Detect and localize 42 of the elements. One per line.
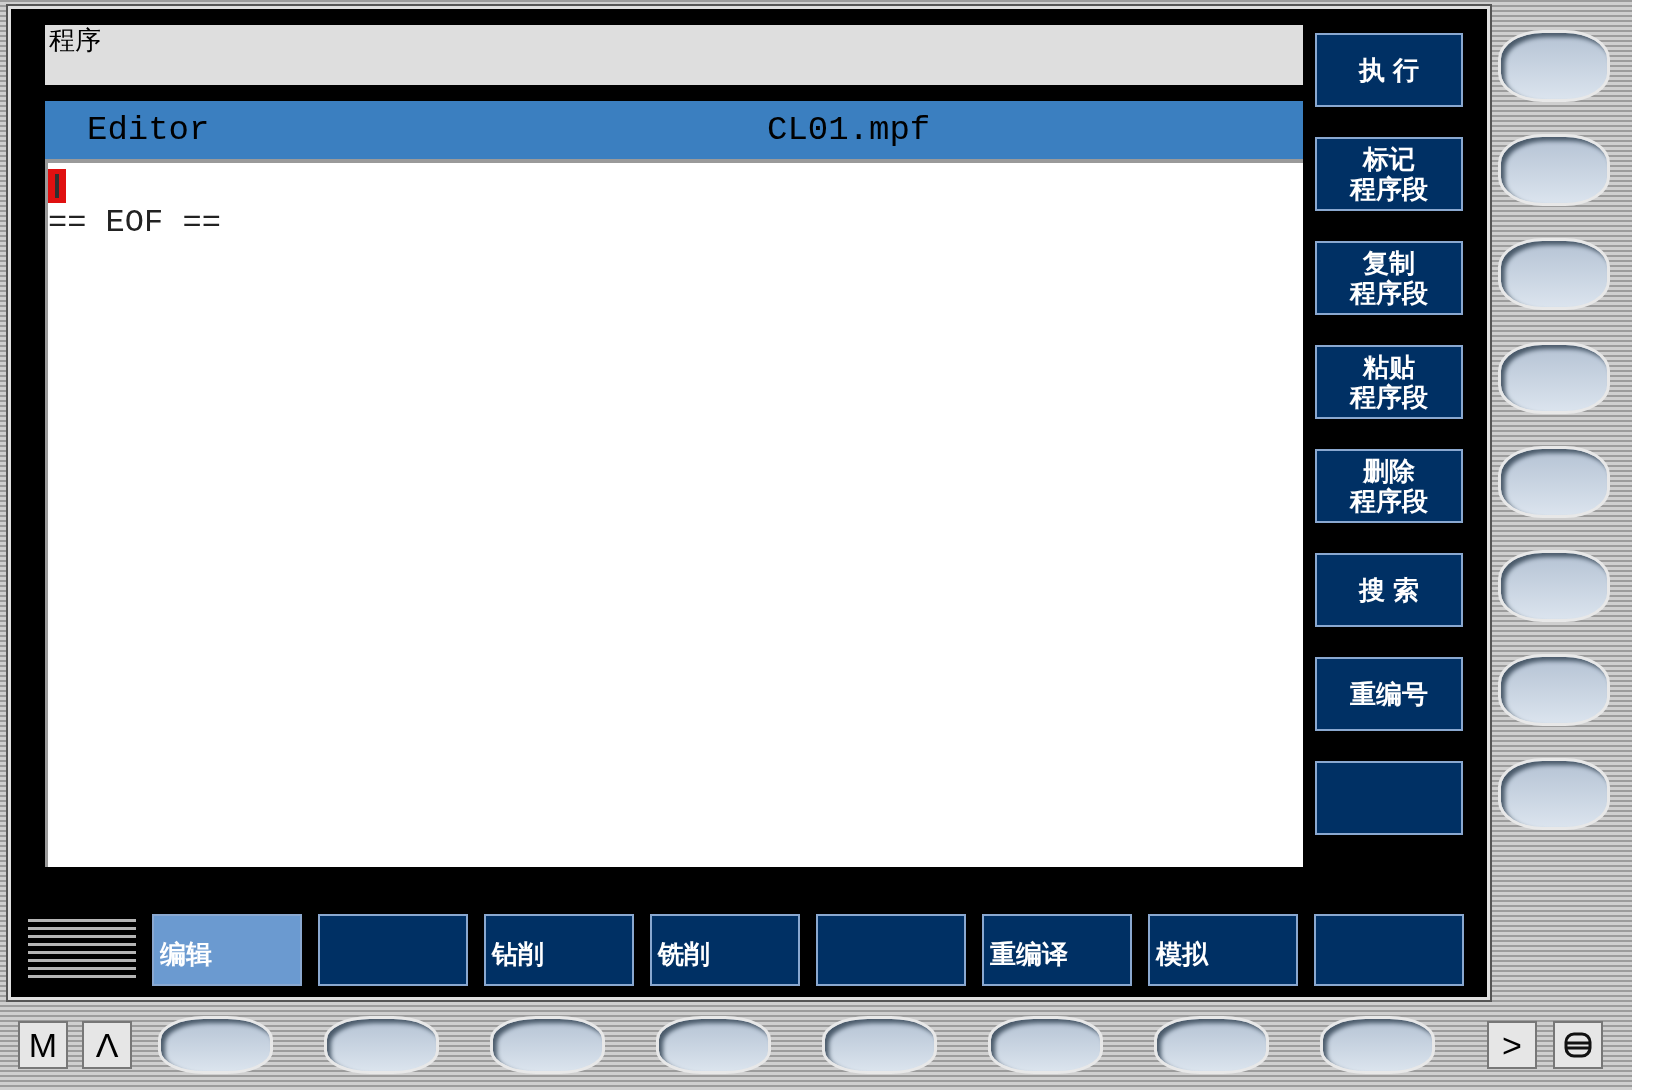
hardware-key[interactable] bbox=[988, 1016, 1103, 1074]
file-name: CL01.mpf bbox=[767, 109, 931, 151]
screen-title: 程序 bbox=[49, 25, 101, 55]
hardware-key[interactable] bbox=[1320, 1016, 1435, 1074]
softkey-tab[interactable] bbox=[1314, 914, 1464, 986]
editor-mode: Editor bbox=[87, 109, 211, 151]
hardware-key[interactable] bbox=[1498, 654, 1610, 726]
text-cursor bbox=[48, 169, 66, 203]
softkey[interactable]: 删除 程序段 bbox=[1315, 449, 1463, 523]
hardware-key[interactable] bbox=[1154, 1016, 1269, 1074]
hardware-key[interactable] bbox=[1498, 550, 1610, 622]
rectangle-icon bbox=[1563, 1031, 1593, 1059]
softkey-tab[interactable]: 模拟 bbox=[1148, 914, 1298, 986]
softkey[interactable] bbox=[1315, 761, 1463, 835]
softkey[interactable]: 重编号 bbox=[1315, 657, 1463, 731]
hardware-key[interactable] bbox=[822, 1016, 937, 1074]
hardware-key[interactable] bbox=[1498, 758, 1610, 830]
hardware-key[interactable] bbox=[1498, 134, 1610, 206]
softkey[interactable]: 粘贴 程序段 bbox=[1315, 345, 1463, 419]
softkey-tab[interactable]: 钻削 bbox=[484, 914, 634, 986]
softkey[interactable]: 执 行 bbox=[1315, 33, 1463, 107]
hardware-key[interactable] bbox=[1498, 238, 1610, 310]
display-key[interactable] bbox=[1553, 1021, 1603, 1069]
hardware-key[interactable] bbox=[1498, 30, 1610, 102]
softkey[interactable]: 复制 程序段 bbox=[1315, 241, 1463, 315]
softkey-tab[interactable] bbox=[816, 914, 966, 986]
panel-key[interactable]: > bbox=[1487, 1021, 1537, 1069]
panel-key[interactable]: Λ bbox=[82, 1021, 132, 1069]
hardware-key[interactable] bbox=[490, 1016, 605, 1074]
softkey-tab[interactable] bbox=[318, 914, 468, 986]
hardware-key[interactable] bbox=[1498, 446, 1610, 518]
softkey[interactable]: 标记 程序段 bbox=[1315, 137, 1463, 211]
hardware-key[interactable] bbox=[158, 1016, 273, 1074]
softkey-tab[interactable]: 重编译 bbox=[982, 914, 1132, 986]
editor-area[interactable]: == EOF == bbox=[45, 159, 1303, 867]
hardware-key[interactable] bbox=[324, 1016, 439, 1074]
softkey-tab[interactable]: 铣削 bbox=[650, 914, 800, 986]
hardware-key[interactable] bbox=[656, 1016, 771, 1074]
softkey[interactable]: 搜 索 bbox=[1315, 553, 1463, 627]
panel-key[interactable]: M bbox=[18, 1021, 68, 1069]
hardware-key[interactable] bbox=[1498, 342, 1610, 414]
code-line: == EOF == bbox=[48, 203, 221, 243]
